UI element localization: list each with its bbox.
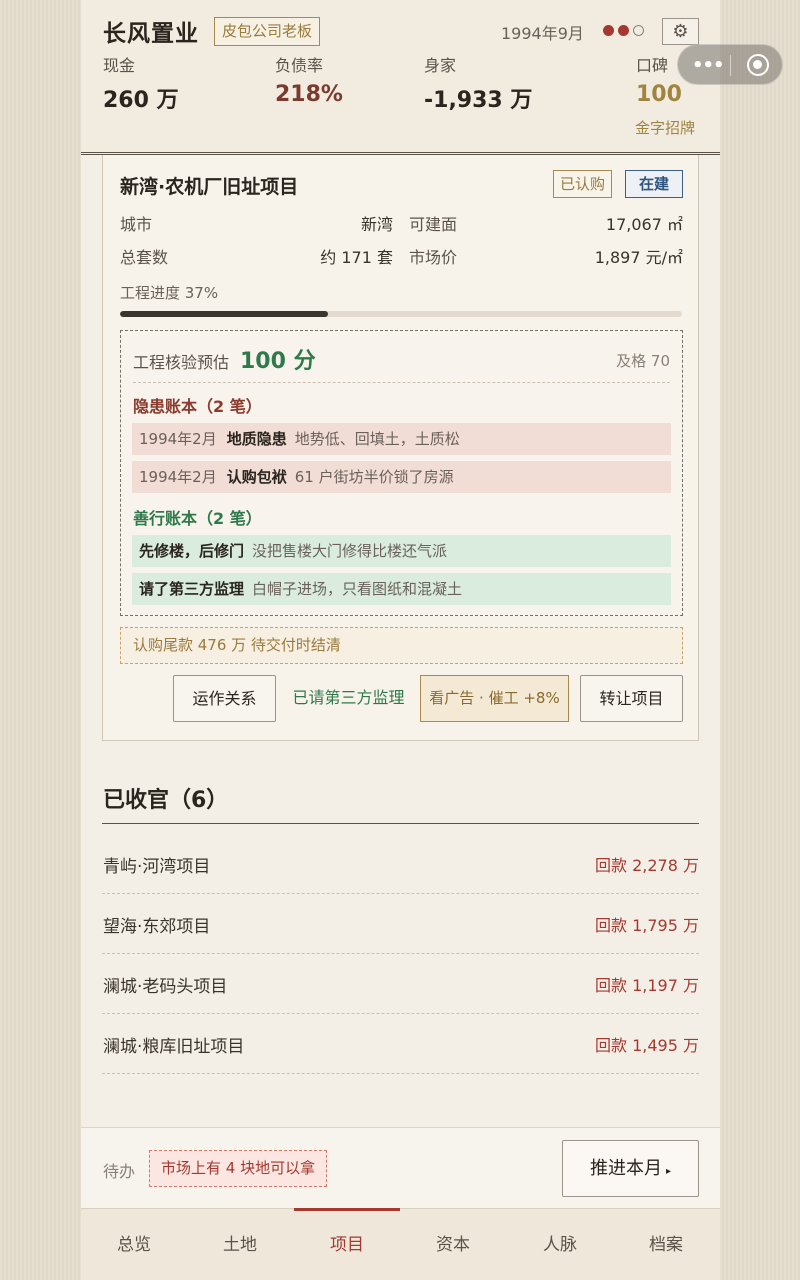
- entry-desc: 61 户街坊半价锁了房源: [294, 468, 454, 486]
- price-label: 市场价: [409, 248, 458, 267]
- city-value: 新湾: [360, 215, 393, 234]
- divider: [102, 823, 699, 824]
- header: 长风置业 皮包公司老板 1994年9月 ⚙ 现金 260 万 负债率 218% …: [81, 0, 720, 155]
- progress-fill: [120, 311, 328, 317]
- risk-ledger-title: 隐患账本（2 笔）: [133, 397, 262, 416]
- todo-label: 待办: [103, 1162, 136, 1181]
- closed-project-name: 望海·东郊项目: [103, 917, 211, 937]
- area-value: 17,067 ㎡: [605, 215, 683, 234]
- closed-project-return: 回款 1,197 万: [595, 976, 699, 995]
- list-item[interactable]: 澜城·粮库旧址项目 回款 1,495 万: [102, 1014, 699, 1074]
- gear-icon: ⚙: [672, 21, 689, 42]
- entry-desc: 地势低、回填土，土质松: [294, 430, 460, 448]
- reputation-sub: 金字招牌: [635, 119, 696, 137]
- speed-dot-2[interactable]: [618, 25, 629, 36]
- supervisor-hired-label: 已请第三方监理: [292, 688, 405, 707]
- closed-project-name: 澜城·粮库旧址项目: [103, 1037, 245, 1057]
- tab-land[interactable]: 土地: [187, 1209, 293, 1280]
- cash-value: 260 万: [103, 88, 179, 113]
- audit-pass-line: 及格 70: [616, 352, 670, 370]
- tab-projects[interactable]: 项目: [294, 1208, 400, 1280]
- miniprogram-capsule: •••: [677, 44, 783, 85]
- progress-bar: [120, 311, 682, 317]
- role-badge: 皮包公司老板: [214, 17, 321, 46]
- app-root: 长风置业 皮包公司老板 1994年9月 ⚙ 现金 260 万 负债率 218% …: [81, 0, 720, 1280]
- closed-project-return: 回款 2,278 万: [595, 856, 699, 875]
- tab-overview[interactable]: 总览: [81, 1209, 187, 1280]
- advance-label: 推进本月: [589, 1158, 662, 1179]
- closed-project-name: 青屿·河湾项目: [103, 857, 211, 877]
- audit-panel: 工程核验预估 100 分 及格 70 隐患账本（2 笔） 1994年2月 地质隐患…: [120, 330, 683, 616]
- risk-entry: 1994年2月 认购包袱 61 户街坊半价锁了房源: [132, 461, 671, 493]
- reputation-label: 口碑: [636, 56, 669, 75]
- status-badge: 在建: [625, 170, 683, 198]
- list-item[interactable]: 望海·东郊项目 回款 1,795 万: [102, 894, 699, 954]
- settings-button[interactable]: ⚙: [662, 18, 699, 45]
- more-dots-icon[interactable]: •••: [692, 55, 725, 76]
- project-card: 新湾·农机厂旧址项目 已认购 在建 城市 新湾 可建面 17,067 ㎡ 总套数…: [102, 155, 699, 741]
- area-label: 可建面: [409, 215, 458, 234]
- debt-ratio-value: 218%: [275, 82, 343, 107]
- closed-project-return: 回款 1,795 万: [595, 916, 699, 935]
- entry-desc: 白帽子进场，只看图纸和混凝土: [252, 580, 463, 598]
- tab-bar: 总览 土地 项目 资本 人脉 档案: [81, 1208, 720, 1280]
- list-item[interactable]: 澜城·老码头项目 回款 1,197 万: [102, 954, 699, 1014]
- tab-network[interactable]: 人脉: [507, 1209, 613, 1280]
- project-title: 新湾·农机厂旧址项目: [120, 176, 299, 198]
- speed-dots[interactable]: [603, 25, 644, 36]
- subscribed-tag: 已认购: [553, 170, 613, 198]
- closed-section-title: 已收官（6）: [103, 788, 229, 813]
- watch-ad-speedup-button[interactable]: 看广告 · 催工 +8%: [420, 675, 569, 722]
- todo-land-badge[interactable]: 市场上有 4 块地可以拿: [149, 1150, 328, 1187]
- entry-name: 先修楼，后修门: [139, 542, 245, 560]
- entry-desc: 没把售楼大门修得比楼还气派: [252, 542, 448, 560]
- speed-dot-3[interactable]: [633, 25, 644, 36]
- units-label: 总套数: [120, 248, 169, 267]
- entry-date: 1994年2月: [139, 430, 217, 448]
- entry-name: 认购包袱: [226, 468, 287, 486]
- price-value: 1,897 元/㎡: [594, 248, 683, 267]
- closed-project-name: 澜城·老码头项目: [103, 977, 228, 997]
- audit-score: 100 分: [240, 349, 316, 374]
- payment-note: 认购尾款 476 万 待交付时结清: [120, 627, 683, 664]
- play-arrow-icon: ▸: [665, 1166, 672, 1177]
- speed-dot-1[interactable]: [603, 25, 614, 36]
- divider: [133, 382, 670, 383]
- reputation-value: 100: [636, 82, 682, 107]
- risk-entry: 1994年2月 地质隐患 地势低、回填土，土质松: [132, 423, 671, 455]
- good-ledger-title: 善行账本（2 笔）: [133, 509, 262, 528]
- debt-ratio-label: 负债率: [275, 56, 324, 75]
- good-entry: 请了第三方监理 白帽子进场，只看图纸和混凝土: [132, 573, 671, 605]
- operate-relations-button[interactable]: 运作关系: [173, 675, 276, 722]
- progress-label: 工程进度 37%: [120, 284, 219, 302]
- entry-name: 地质隐患: [226, 430, 287, 448]
- tab-archive[interactable]: 档案: [613, 1209, 719, 1280]
- tab-capital[interactable]: 资本: [400, 1209, 506, 1280]
- net-worth-label: 身家: [424, 56, 457, 75]
- entry-name: 请了第三方监理: [139, 580, 245, 598]
- list-item[interactable]: 青屿·河湾项目 回款 2,278 万: [102, 834, 699, 894]
- company-name: 长风置业: [103, 21, 199, 47]
- entry-date: 1994年2月: [139, 468, 217, 486]
- good-entry: 先修楼，后修门 没把售楼大门修得比楼还气派: [132, 535, 671, 567]
- audit-label: 工程核验预估: [133, 353, 230, 372]
- transfer-project-button[interactable]: 转让项目: [580, 675, 683, 722]
- closed-project-return: 回款 1,495 万: [595, 1036, 699, 1055]
- advance-month-button[interactable]: 推进本月 ▸: [562, 1140, 699, 1197]
- cash-label: 现金: [103, 56, 136, 75]
- target-icon[interactable]: [747, 54, 769, 76]
- divider: [730, 55, 731, 76]
- game-date: 1994年9月: [501, 24, 584, 43]
- todo-bar: 待办 市场上有 4 块地可以拿 推进本月 ▸: [81, 1127, 720, 1208]
- units-value: 约 171 套: [320, 248, 393, 267]
- city-label: 城市: [120, 215, 153, 234]
- net-worth-value: -1,933 万: [424, 88, 533, 113]
